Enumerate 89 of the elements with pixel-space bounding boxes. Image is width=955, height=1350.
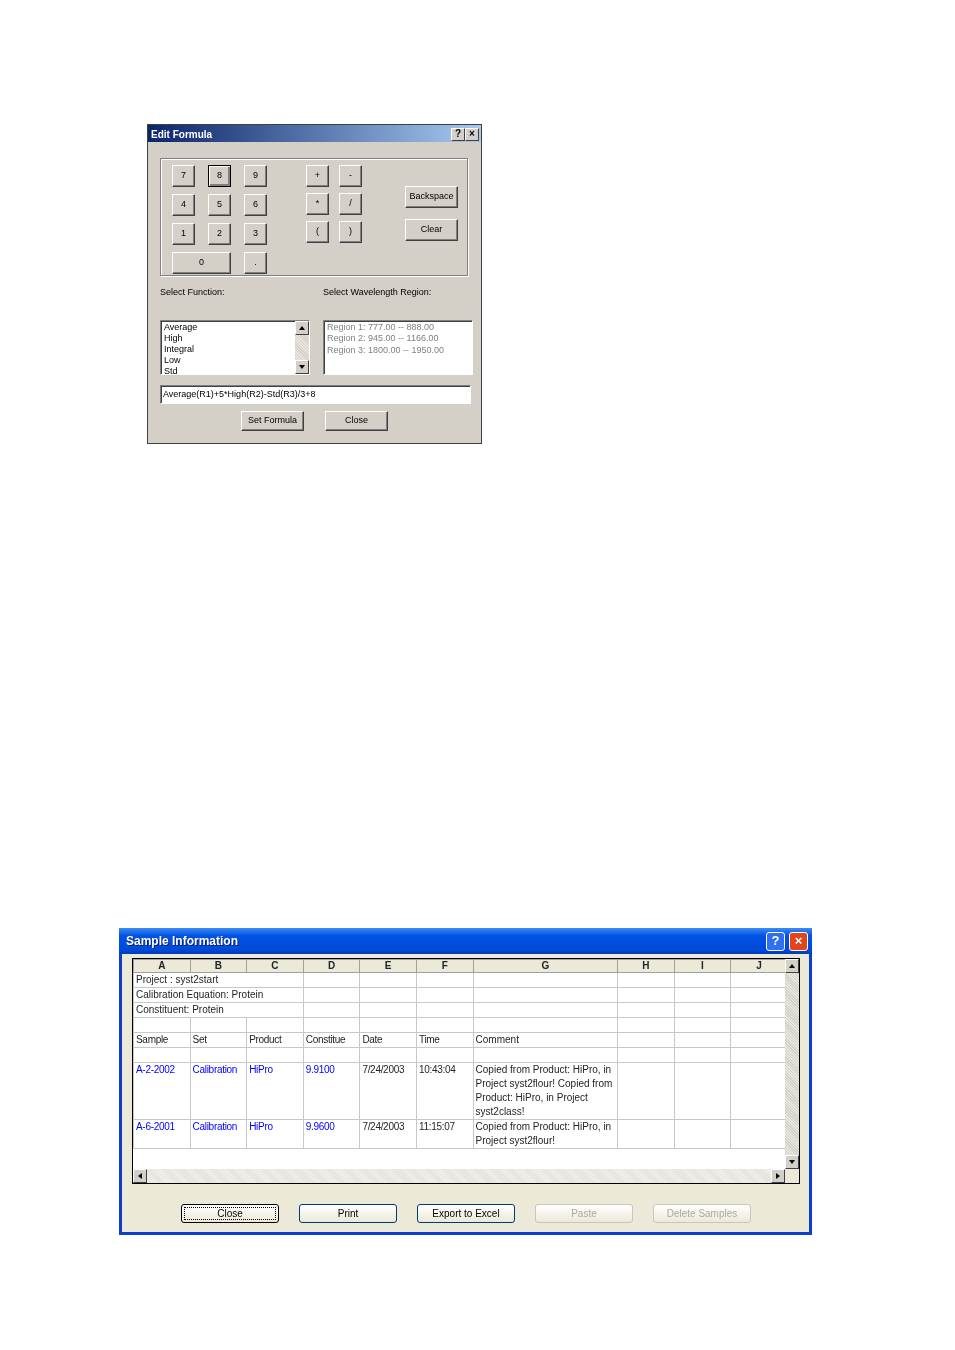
- dialog-button[interactable]: Export to Excel: [417, 1204, 515, 1223]
- scrollbar-corner: [785, 1169, 799, 1183]
- close-button[interactable]: ×: [789, 931, 808, 951]
- window-title: Edit Formula: [151, 127, 214, 142]
- table-cell[interactable]: HiPro: [249, 1064, 273, 1075]
- backspace-button[interactable]: Backspace: [405, 186, 458, 208]
- dialog-button[interactable]: Close: [181, 1204, 279, 1223]
- table-cell: Comment: [475, 1034, 519, 1045]
- table-cell: Copied from Product: HiPro, in Project syst2flour! Copied from Product: HiPro, in Project syst2class!: [475, 1064, 613, 1117]
- scroll-up-button[interactable]: [295, 320, 309, 335]
- keypad-key[interactable]: 1: [172, 223, 195, 245]
- field-label: Select Wavelength Region:: [323, 286, 432, 299]
- window-title: Sample Information: [126, 933, 239, 950]
- table-cell: 7/24/2003: [362, 1064, 405, 1075]
- keypad-key[interactable]: 8: [208, 165, 231, 187]
- triangle-up-icon: [788, 962, 796, 970]
- table-cell: Calibration Equation: Protein: [133, 987, 304, 1003]
- table-cell: Time: [418, 1034, 440, 1045]
- list-item[interactable]: High: [164, 332, 292, 344]
- list-item[interactable]: Std: [164, 365, 292, 374]
- table-cell[interactable]: A-2-2002: [136, 1064, 175, 1075]
- scroll-left-button[interactable]: [133, 1169, 147, 1183]
- table-cell: Copied from Product: HiPro, in Project syst2flour!: [475, 1121, 612, 1146]
- help-button[interactable]: ?: [766, 931, 785, 951]
- triangle-down-icon: [788, 1158, 796, 1166]
- field-label: Select Function:: [160, 286, 226, 299]
- function-list[interactable]: Average High Integral Low Std: [160, 319, 310, 375]
- scroll-right-button[interactable]: [771, 1169, 785, 1183]
- keypad-key[interactable]: 2: [208, 223, 231, 245]
- table-cell: Constituent: Protein: [133, 1002, 304, 1018]
- table-cell: Date: [362, 1034, 383, 1045]
- triangle-right-icon: [774, 1172, 782, 1180]
- column-header[interactable]: C: [246, 959, 304, 973]
- list-item[interactable]: Low: [164, 354, 292, 366]
- column-header[interactable]: H: [617, 959, 675, 973]
- table-cell[interactable]: 9.9100: [305, 1064, 335, 1075]
- list-item: Region 1: 777.00 -- 888.00: [327, 321, 436, 333]
- vertical-scrollbar[interactable]: [785, 959, 799, 1169]
- help-button[interactable]: ?: [451, 127, 465, 141]
- keypad-key[interactable]: .: [244, 252, 267, 274]
- operator-key[interactable]: ): [339, 221, 362, 243]
- column-header[interactable]: D: [303, 959, 360, 973]
- keypad-key[interactable]: 0: [172, 252, 231, 274]
- operator-key[interactable]: -: [339, 165, 362, 187]
- operator-key[interactable]: /: [339, 193, 362, 215]
- list-item[interactable]: Integral: [164, 343, 292, 355]
- table-cell: 7/24/2003: [362, 1121, 405, 1132]
- close-button[interactable]: ×: [465, 127, 479, 141]
- scroll-up-button[interactable]: [785, 959, 799, 973]
- table-cell: 10:43:04: [418, 1064, 456, 1075]
- operator-key[interactable]: *: [306, 193, 329, 215]
- list-item[interactable]: Average: [164, 321, 292, 333]
- scroll-down-button[interactable]: [295, 359, 309, 374]
- scroll-down-button[interactable]: [785, 1155, 799, 1169]
- table-cell[interactable]: HiPro: [249, 1121, 273, 1132]
- table-cell: Constitue: [305, 1034, 346, 1045]
- table-cell[interactable]: Calibration: [192, 1064, 238, 1075]
- keypad-key[interactable]: 7: [172, 165, 195, 187]
- keypad-key[interactable]: 6: [244, 194, 267, 216]
- triangle-down-icon: [298, 362, 306, 371]
- operator-key[interactable]: (: [306, 221, 329, 243]
- column-header[interactable]: F: [416, 959, 474, 973]
- operator-key[interactable]: +: [306, 165, 329, 187]
- keypad-key[interactable]: 5: [208, 194, 231, 216]
- clear-button[interactable]: Clear: [405, 219, 458, 241]
- keypad-key[interactable]: 3: [244, 223, 267, 245]
- set-formula-button[interactable]: Set Formula: [241, 410, 304, 431]
- column-header[interactable]: E: [359, 959, 417, 973]
- column-header[interactable]: J: [730, 959, 785, 973]
- list-item: Region 2: 945.00 -- 1166.00: [327, 333, 440, 345]
- keypad-key[interactable]: 4: [172, 194, 195, 216]
- table-cell: Project : syst2start: [133, 972, 304, 988]
- vertical-scrollbar[interactable]: [295, 320, 309, 374]
- table-cell: Set: [192, 1034, 207, 1045]
- formula-field[interactable]: Average(R1)+5*High(R2)-Std(R3)/3+8: [160, 384, 471, 404]
- table-cell: 11:15:07: [418, 1121, 455, 1132]
- table-cell: Product: [249, 1034, 282, 1045]
- horizontal-scrollbar[interactable]: [133, 1169, 799, 1183]
- table-cell: Sample: [136, 1034, 169, 1045]
- keypad-key[interactable]: 9: [244, 165, 267, 187]
- table-cell[interactable]: 9.9600: [305, 1121, 335, 1132]
- triangle-left-icon: [136, 1172, 144, 1180]
- dialog-button[interactable]: Print: [299, 1204, 397, 1223]
- column-header[interactable]: A: [133, 959, 191, 973]
- close-button[interactable]: Close: [325, 410, 388, 431]
- list-item: Region 3: 1800.00 -- 1950.00: [327, 344, 446, 356]
- column-header[interactable]: B: [190, 959, 247, 973]
- column-header[interactable]: G: [473, 959, 618, 973]
- column-header[interactable]: I: [674, 959, 731, 973]
